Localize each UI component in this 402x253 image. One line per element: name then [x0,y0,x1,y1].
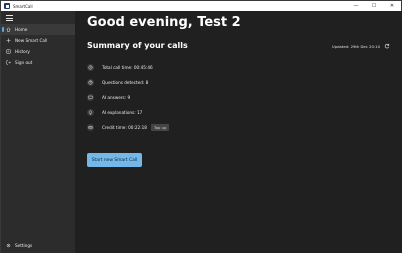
top-up-button[interactable]: Top up [150,124,170,131]
credit-icon [87,124,94,131]
sidebar-item-label: New Smart Call [15,38,48,43]
home-icon [6,27,11,32]
sidebar-item-label: History [15,49,30,54]
clock-icon [87,64,94,71]
app-window: SmartCall — ☐ ✕ Home New Smart Call Hist… [0,0,402,253]
main-content: Good evening, Test 2 Summary of your cal… [75,11,402,253]
sidebar-item-label: Settings [15,243,33,248]
stat-text: AI explanations: 17 [102,110,143,115]
chat-icon [87,94,94,101]
updated-label: Updated: 29th Dec 20:10 [331,43,380,49]
hamburger-menu-icon[interactable] [6,15,13,21]
history-icon [6,49,11,54]
sidebar-item-label: Sign out [15,60,33,65]
sidebar-item-sign-out[interactable]: Sign out [1,57,75,68]
gear-icon [6,243,11,248]
sidebar-item-settings[interactable]: Settings [1,240,75,251]
sidebar-item-new-smart-call[interactable]: New Smart Call [1,35,75,46]
refresh-icon[interactable] [384,43,390,49]
updated-timestamp: Updated: 29th Dec 20:10 [332,43,390,49]
stat-text: Credit time: 00:22:18 [102,125,147,130]
sidebar-item-home[interactable]: Home [1,24,75,35]
sign-out-icon [6,60,11,65]
close-button[interactable]: ✕ [383,1,401,11]
stat-ai-explanations: AI explanations: 17 [87,108,142,117]
lightbulb-icon [87,109,94,116]
maximize-button[interactable]: ☐ [365,1,383,11]
start-smart-call-button[interactable]: Start new Smart Call [87,153,142,167]
summary-heading: Summary of your calls [87,41,188,50]
plus-icon [6,38,11,43]
page-title: Good evening, Test 2 [87,15,241,30]
stat-total-call-time: Total call time: 00:45:46 [87,63,153,72]
stat-text: Total call time: 00:45:46 [102,65,153,70]
sidebar: Home New Smart Call History Sign out Set [1,11,75,253]
stat-credit-time: Credit time: 00:22:18 Top up [87,123,170,132]
window-controls: — ☐ ✕ [347,1,401,11]
stat-text: Questions detected: 8 [102,80,149,85]
app-logo-icon [4,3,10,9]
stat-text: AI answers: 9 [102,95,131,100]
stat-questions-detected: Questions detected: 8 [87,78,148,87]
sidebar-item-history[interactable]: History [1,46,75,57]
question-icon [87,79,94,86]
title-bar: SmartCall — ☐ ✕ [1,1,401,11]
sidebar-item-label: Home [15,27,28,32]
minimize-button[interactable]: — [347,1,365,11]
window-title: SmartCall [13,3,33,9]
stat-ai-answers: AI answers: 9 [87,93,130,102]
